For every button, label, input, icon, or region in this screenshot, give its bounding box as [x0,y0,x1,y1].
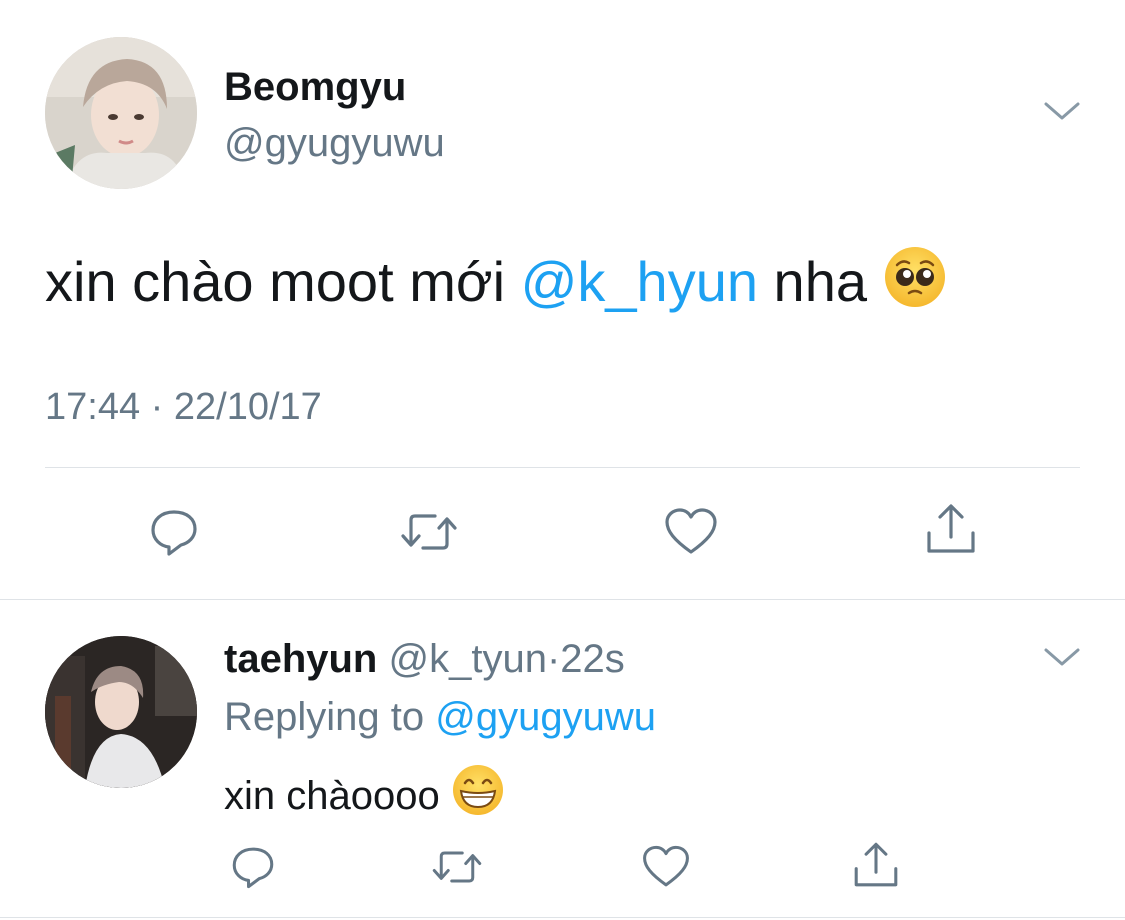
like-button[interactable] [635,840,697,898]
reply-icon [146,504,202,565]
share-button[interactable] [845,838,907,896]
author-name[interactable]: Beomgyu [224,62,406,112]
reply-author-handle[interactable]: @k_tyun [388,637,546,681]
divider [0,917,1125,918]
reply-icon [228,842,278,897]
author-handle[interactable]: @gyugyuwu [224,118,445,168]
reply-button[interactable] [222,840,284,898]
reply-text-content: xin chàoooo [224,774,451,818]
replying-to-link[interactable]: @gyugyuwu [435,695,656,739]
like-button[interactable] [660,505,722,563]
section-divider [0,599,1125,600]
tweet-text: xin chào moot mới @k_hyun nha [45,245,947,325]
share-button[interactable] [920,502,982,560]
replying-prefix: Replying to [224,695,436,739]
reply-button[interactable] [143,505,205,563]
reply-author-name[interactable]: taehyun [224,637,377,681]
heart-icon [640,842,692,897]
grinning-face-emoji [451,763,505,830]
share-icon [849,838,903,897]
reply-header: taehyun @k_tyun·22s [224,634,625,684]
reply-text: xin chàoooo [224,763,505,830]
share-icon [921,499,981,564]
separator-dot: · [546,637,561,681]
author-avatar[interactable] [45,37,197,189]
divider [45,467,1080,468]
tweet-text-start: xin chào moot mới [45,250,521,313]
heart-icon [662,504,720,565]
replying-to: Replying to @gyugyuwu [224,692,656,742]
retweet-icon [397,504,461,565]
tweet-timestamp[interactable]: 17:44 · 22/10/17 [45,384,322,430]
mention-link[interactable]: @k_hyun [521,250,758,313]
pleading-face-emoji [883,245,947,325]
chevron-down-icon[interactable] [1040,642,1084,672]
retweet-button[interactable] [398,505,460,563]
chevron-down-icon[interactable] [1040,96,1084,126]
retweet-icon [429,842,485,897]
reply-author-avatar[interactable] [45,636,197,788]
tweet-text-end: nha [758,250,883,313]
reply-time[interactable]: 22s [560,637,625,681]
retweet-button[interactable] [426,840,488,898]
